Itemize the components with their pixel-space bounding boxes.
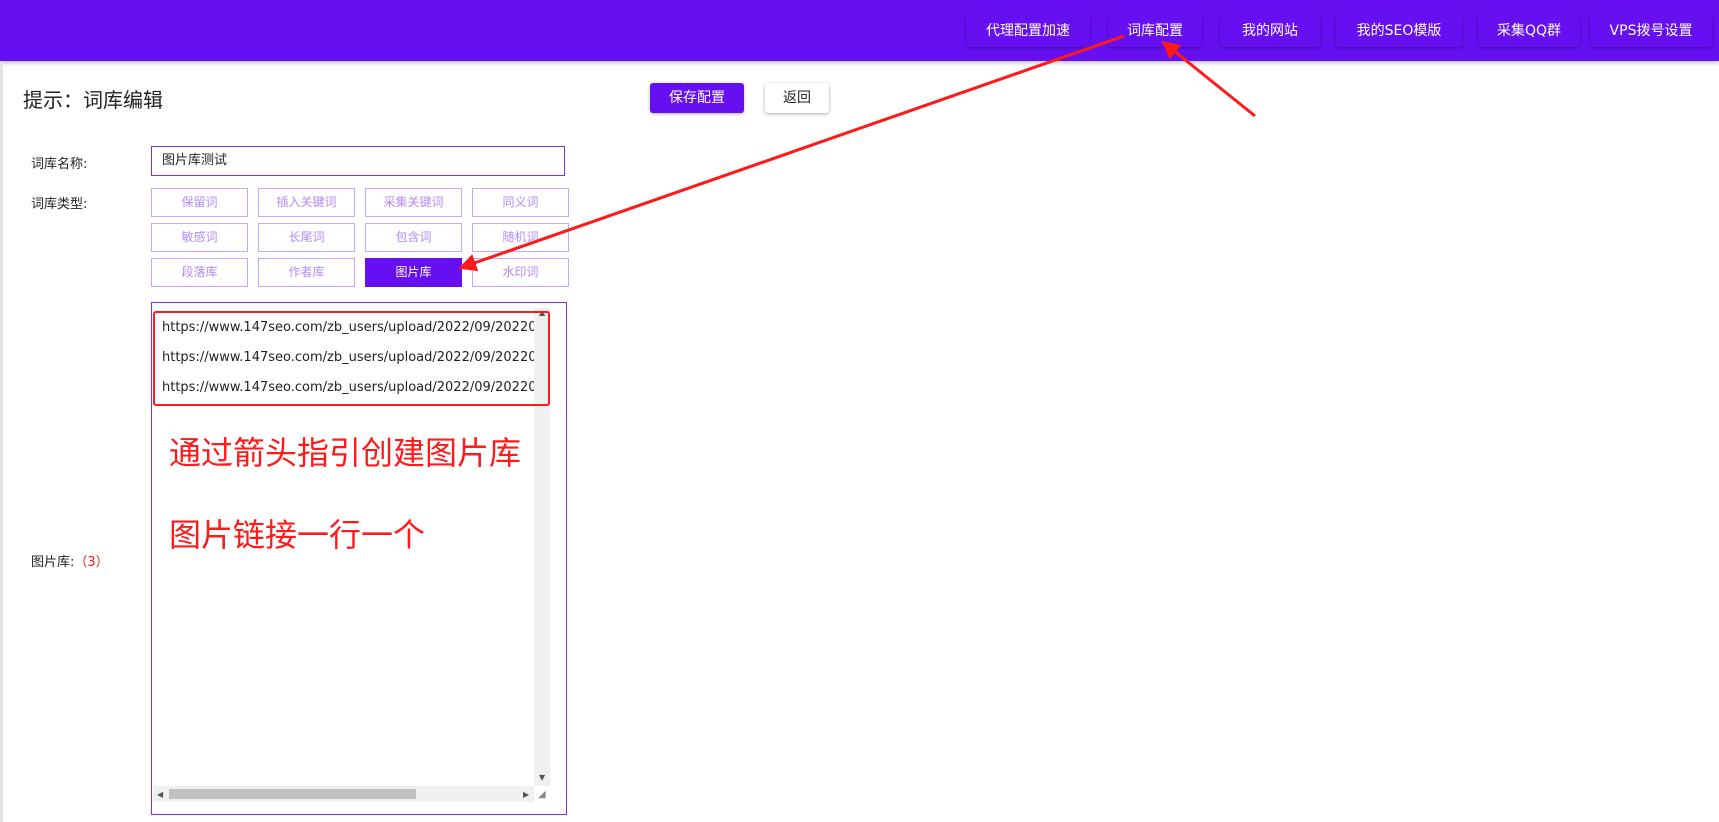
image-library-label: 图片库:（3） <box>31 551 109 570</box>
type-collect-keywords[interactable]: 采集关键词 <box>365 188 462 217</box>
highlight-box <box>153 311 550 406</box>
nav-word-library-config[interactable]: 词库配置 <box>1108 15 1202 47</box>
type-image-library[interactable]: 图片库 <box>365 258 462 287</box>
scroll-down-arrow-icon[interactable]: ▼ <box>539 773 545 782</box>
library-type-label: 词库类型: <box>31 197 88 212</box>
type-paragraph-library[interactable]: 段落库 <box>151 258 248 287</box>
type-sensitive-words[interactable]: 敏感词 <box>151 223 248 252</box>
save-config-button[interactable]: 保存配置 <box>650 83 744 113</box>
type-reserved-words[interactable]: 保留词 <box>151 188 248 217</box>
image-library-count: （3） <box>74 555 109 570</box>
type-watermark-words[interactable]: 水印词 <box>472 258 569 287</box>
back-button[interactable]: 返回 <box>765 83 829 113</box>
library-name-label: 词库名称: <box>31 157 88 172</box>
left-divider <box>0 63 3 822</box>
top-nav-bar: 代理配置加速 词库配置 我的网站 我的SEO模版 采集QQ群 VPS拨号设置 <box>0 0 1719 61</box>
horizontal-scroll-thumb[interactable] <box>169 789 416 799</box>
type-author-library[interactable]: 作者库 <box>258 258 355 287</box>
resize-grip-icon[interactable]: ◢ <box>538 789 546 800</box>
scroll-left-arrow-icon[interactable]: ◀ <box>157 790 163 799</box>
scroll-right-arrow-icon[interactable]: ▶ <box>523 790 529 799</box>
type-insert-keywords[interactable]: 插入关键词 <box>258 188 355 217</box>
type-contained-words[interactable]: 包含词 <box>365 223 462 252</box>
library-name-input[interactable]: 图片库测试 <box>151 146 565 176</box>
type-random-words[interactable]: 随机词 <box>472 223 569 252</box>
type-synonyms[interactable]: 同义词 <box>472 188 569 217</box>
annotation-text-line2: 图片链接一行一个 <box>169 516 426 554</box>
annotation-text-line1: 通过箭头指引创建图片库 <box>169 434 522 472</box>
nav-collect-qq-groups[interactable]: 采集QQ群 <box>1478 15 1580 47</box>
image-library-label-text: 图片库: <box>31 555 75 570</box>
page-title: 提示：词库编辑 <box>23 88 163 112</box>
nav-vps-dial-settings[interactable]: VPS拨号设置 <box>1590 15 1712 47</box>
nav-proxy-config[interactable]: 代理配置加速 <box>966 15 1090 47</box>
type-long-tail-words[interactable]: 长尾词 <box>258 223 355 252</box>
nav-my-sites[interactable]: 我的网站 <box>1220 15 1320 47</box>
nav-seo-templates[interactable]: 我的SEO模版 <box>1336 15 1462 47</box>
